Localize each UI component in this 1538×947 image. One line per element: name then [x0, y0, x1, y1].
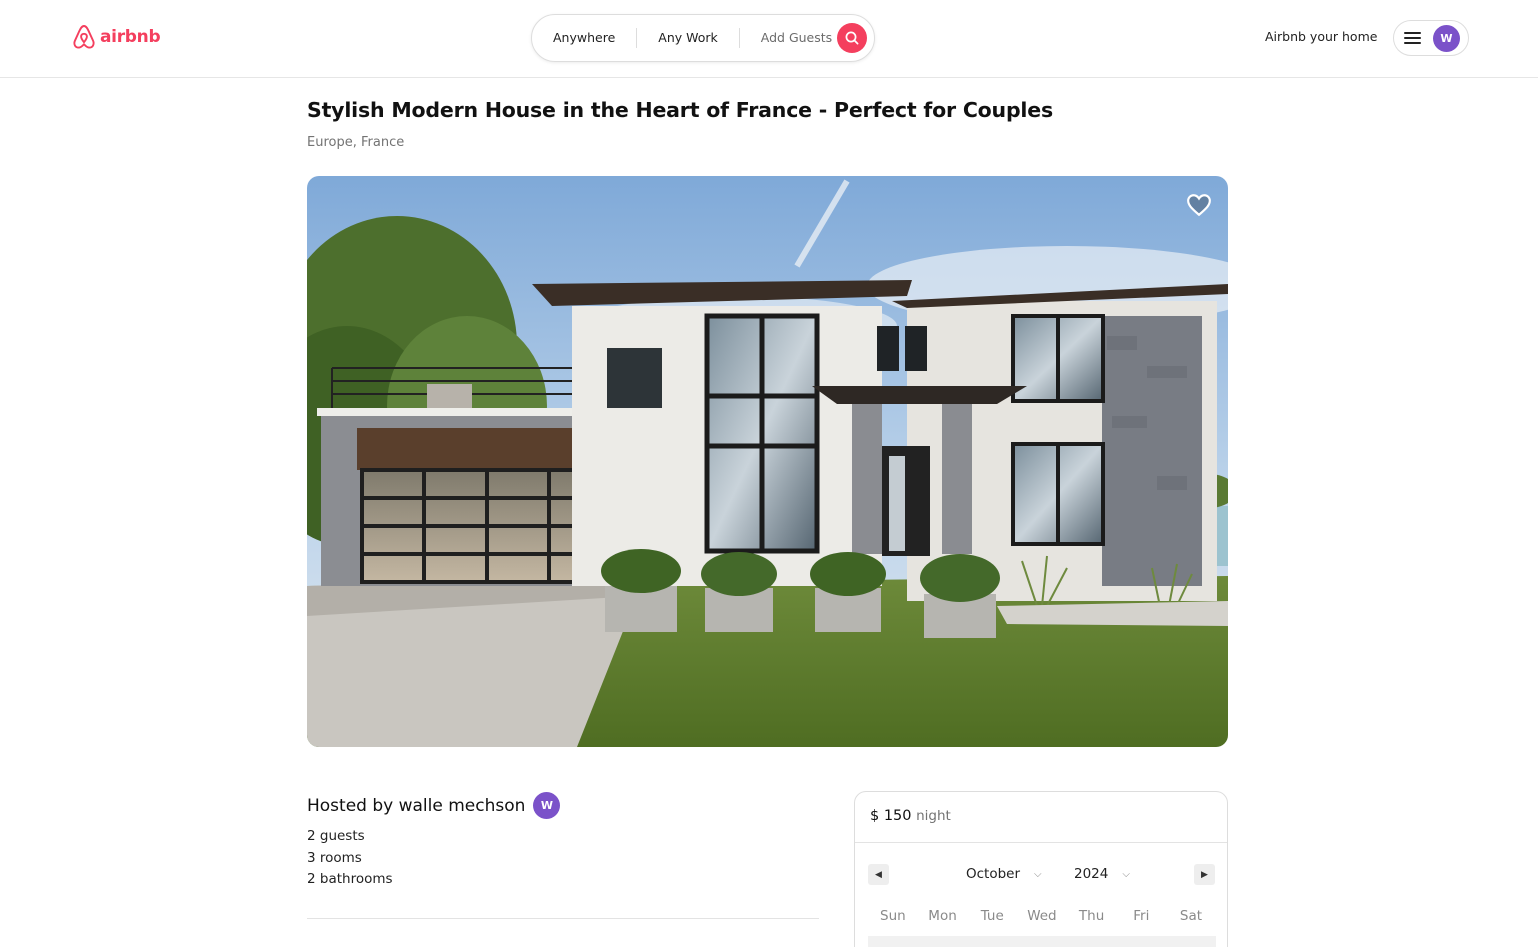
- top-navbar: airbnb Anywhere Any Work Add Guests Airb…: [0, 0, 1538, 78]
- listing-location: Europe, France: [307, 135, 405, 150]
- brand-name: airbnb: [100, 27, 161, 47]
- search-bar[interactable]: Anywhere Any Work Add Guests: [531, 14, 875, 62]
- hosted-by-label: Hosted by walle mechson: [307, 795, 526, 816]
- search-button[interactable]: [837, 23, 867, 53]
- calendar-week-row[interactable]: [868, 936, 1216, 947]
- price-row: $ 150 night: [855, 792, 1227, 843]
- search-anywhere[interactable]: Anywhere: [532, 28, 636, 48]
- search-any-week[interactable]: Any Work: [637, 28, 739, 48]
- chevron-down-icon: ⌵: [1122, 868, 1130, 880]
- weekday-label: Mon: [928, 908, 957, 924]
- host-section: Hosted by walle mechson W: [307, 792, 561, 819]
- year-select-value: 2024: [1074, 866, 1109, 882]
- weekday-label: Sun: [880, 908, 906, 924]
- listing-details: 2 guests 3 rooms 2 bathrooms: [307, 826, 393, 891]
- search-icon: [845, 31, 859, 45]
- month-select-value: October: [966, 866, 1021, 882]
- year-select[interactable]: 2024 ⌵: [1074, 866, 1130, 882]
- chevron-down-icon: ⌵: [1034, 868, 1042, 880]
- next-month-button[interactable]: ▶: [1194, 864, 1215, 885]
- house-photo-illustration: [307, 176, 1228, 747]
- nightly-price: $ 150: [870, 808, 912, 824]
- listing-title: Stylish Modern House in the Heart of Fra…: [307, 98, 1053, 122]
- user-menu-button[interactable]: W: [1393, 20, 1469, 56]
- weekday-label: Fri: [1133, 908, 1150, 924]
- calendar-weekday-header: Sun Mon Tue Wed Thu Fri Sat: [868, 908, 1216, 924]
- bathroom-count: 2 bathrooms: [307, 871, 393, 887]
- airbnb-your-home-link[interactable]: Airbnb your home: [1265, 29, 1377, 44]
- guest-count: 2 guests: [307, 828, 365, 844]
- month-select[interactable]: October ⌵: [966, 866, 1042, 882]
- weekday-label: Wed: [1027, 908, 1057, 924]
- host-avatar: W: [533, 792, 561, 819]
- booking-card: $ 150 night ◀ October ⌵ 2024 ⌵ ▶ Sun Mon…: [854, 791, 1228, 947]
- weekday-label: Tue: [980, 908, 1004, 924]
- price-unit: night: [916, 808, 951, 824]
- airbnb-logo-icon: [73, 25, 95, 49]
- airbnb-logo[interactable]: airbnb: [72, 24, 161, 50]
- user-avatar: W: [1433, 24, 1460, 52]
- section-divider: [307, 918, 819, 919]
- calendar-navigation: ◀ October ⌵ 2024 ⌵ ▶: [867, 864, 1215, 886]
- weekday-label: Thu: [1078, 908, 1105, 924]
- listing-photo: [307, 176, 1228, 747]
- favorite-heart-icon[interactable]: [1186, 192, 1212, 218]
- previous-month-button[interactable]: ◀: [868, 864, 889, 885]
- weekday-label: Sat: [1179, 908, 1203, 924]
- hamburger-menu-icon: [1404, 32, 1421, 44]
- room-count: 3 rooms: [307, 849, 362, 866]
